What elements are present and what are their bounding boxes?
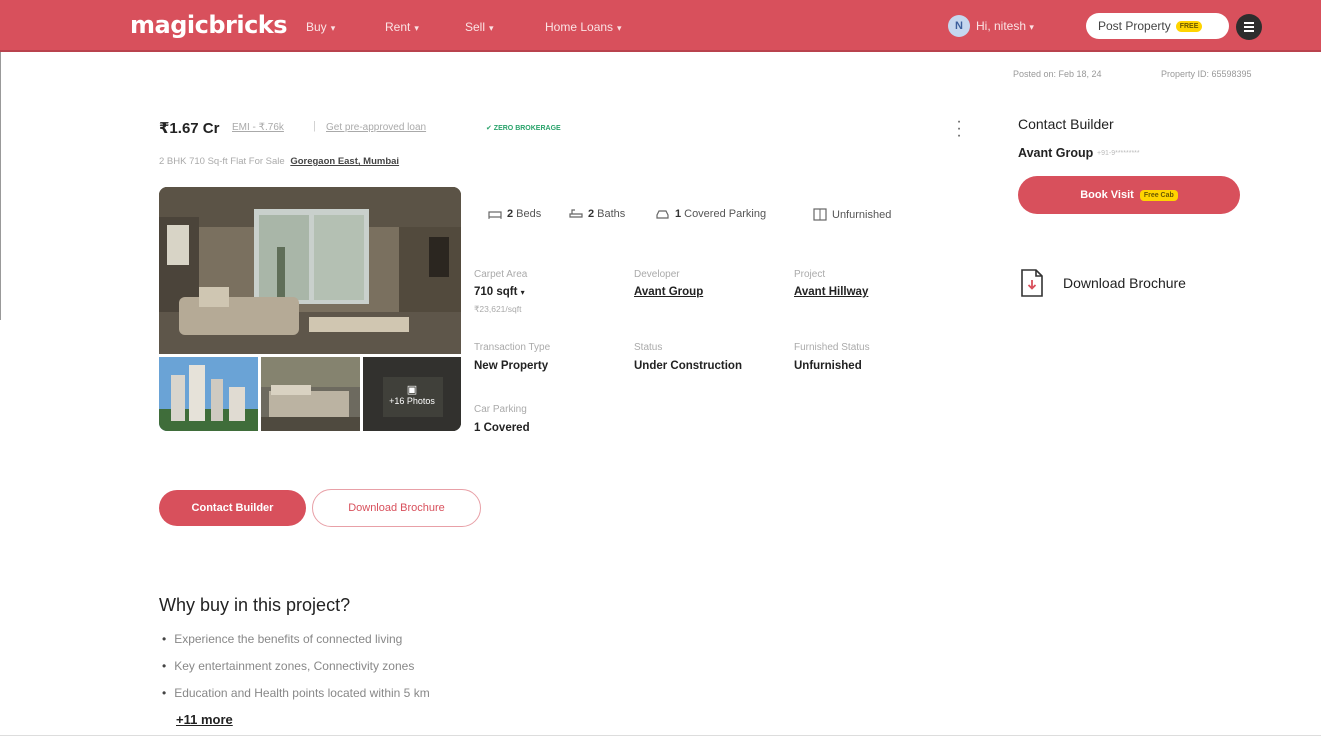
divider [0,735,1321,736]
top-nav-bar: magicbricks Buy ▾ Rent ▾ Sell ▾ Home Loans ▾… [0,0,1321,52]
user-greeting: Hi, nitesh ▾ [976,19,1034,33]
chevron-down-icon: ▾ [330,23,336,33]
more-options-icon[interactable]: · · · [954,114,964,144]
location-link[interactable]: Goregaon East, Mumbai [290,156,399,167]
photo-thumbnail[interactable] [159,357,258,431]
building-exterior-image [159,357,258,431]
status-label: Status [634,342,663,353]
emi-link[interactable]: EMI - ₹.76k [232,122,284,133]
why-buy-point: Education and Health points located with… [162,686,430,700]
post-property-button[interactable]: Post Property FREE [1086,13,1229,39]
beds-label: Beds [516,208,542,220]
why-buy-point: Experience the benefits of connected liv… [162,632,402,646]
transaction-type-label: Transaction Type [474,342,551,353]
photo-thumbnail[interactable] [261,357,360,431]
baths-count: 2 [588,208,595,220]
posted-on: Posted on: Feb 18, 24 [1013,69,1102,79]
furnished-status-label: Furnished Status [794,342,870,353]
pdf-download-icon[interactable] [1020,268,1044,298]
car-parking-label: Car Parking [474,404,527,415]
more-photos-thumbnail[interactable]: ▣ +16 Photos [363,357,461,431]
bedroom-image [261,357,360,431]
bed-icon [488,211,502,219]
carpet-area-value[interactable]: 710 sqft ▾ [474,286,525,298]
chevron-down-icon: ▾ [617,23,622,33]
chevron-down-icon: ▾ [414,23,419,33]
project-label: Project [794,269,826,280]
furnished-status-value: Unfurnished [794,360,862,372]
amenity-baths: 2 Baths [569,208,625,220]
free-cab-badge: Free Cab [1139,189,1178,201]
pre-approved-loan-link[interactable]: Get pre-approved loan [326,122,426,133]
why-buy-heading: Why buy in this project? [159,595,351,615]
site-logo[interactable]: magicbricks [130,11,288,39]
transaction-type-value: New Property [474,360,549,372]
nav-buy[interactable]: Buy ▾ [306,20,335,34]
bath-icon [569,209,583,218]
listing-subtitle: 2 BHK 710 Sq-ft Flat For Sale Goregaon E… [159,156,399,167]
gallery-icon: ▣ [406,383,418,396]
user-greeting-text: Hi, nitesh [976,19,1027,33]
furnishing-label: Unfurnished [832,208,892,221]
more-points-link[interactable]: +11 more [176,712,233,727]
book-visit-button[interactable]: Book Visit Free Cab [1018,176,1240,214]
avatar: N [948,15,970,37]
main-photo[interactable] [159,187,461,354]
chevron-down-icon: ▾ [489,23,494,33]
more-photos-label: +16 Photos [389,395,435,406]
project-link[interactable]: Avant Hillway [794,286,868,298]
chevron-down-icon: ▾ [520,288,525,297]
nav-home-loans[interactable]: Home Loans ▾ [545,20,622,34]
free-badge: FREE [1175,20,1203,32]
amenity-furnishing: Unfurnished [813,208,891,221]
amenity-beds: 2 Beds [488,208,541,220]
sidebar-download-brochure-link[interactable]: Download Brochure [1063,275,1186,291]
post-property-label: Post Property [1098,19,1171,33]
price: ₹1.67 Cr [159,120,220,137]
developer-link[interactable]: Avant Group [634,286,703,298]
hamburger-menu-icon[interactable] [1236,14,1262,40]
beds-count: 2 [507,208,514,220]
contact-builder-button[interactable]: Contact Builder [159,490,306,526]
chevron-down-icon: ▾ [1029,22,1034,32]
parking-count: 1 [675,208,682,220]
nav-rent[interactable]: Rent ▾ [385,20,419,34]
page-edge-line [0,52,1,320]
nav-buy-label: Buy [306,20,327,34]
user-menu[interactable]: N Hi, nitesh ▾ [948,14,1034,38]
divider: | [313,120,316,132]
nav-sell[interactable]: Sell ▾ [465,20,494,34]
book-visit-label: Book Visit [1080,189,1134,201]
nav-rent-label: Rent [385,20,411,34]
status-value: Under Construction [634,360,742,372]
developer-label: Developer [634,269,680,280]
nav-sell-label: Sell [465,20,486,34]
car-parking-value: 1 Covered [474,422,530,434]
parking-label: Covered Parking [684,208,767,220]
zero-brokerage-badge: ✔ ZERO BROKERAGE [486,125,561,132]
car-icon [656,210,669,219]
nav-home-loans-label: Home Loans [545,20,614,34]
builder-phone: +91-9********* [1097,150,1140,157]
price-per-sqft: ₹23,621/sqft [474,304,522,314]
download-brochure-button[interactable]: Download Brochure [312,489,481,527]
wardrobe-icon [813,208,827,221]
more-photos-overlay: ▣ +16 Photos [363,357,461,431]
carpet-area-label: Carpet Area [474,269,528,280]
carpet-area-text: 710 sqft [474,286,518,298]
contact-builder-title: Contact Builder [1018,116,1114,132]
baths-label: Baths [597,208,626,220]
why-buy-point: Key entertainment zones, Connectivity zo… [162,659,414,673]
listing-title: 2 BHK 710 Sq-ft Flat For Sale [159,156,285,167]
amenity-parking: 1 Covered Parking [655,208,766,220]
living-room-image [159,187,461,354]
property-id: Property ID: 65598395 [1161,69,1252,79]
builder-name: Avant Group [1018,146,1094,160]
